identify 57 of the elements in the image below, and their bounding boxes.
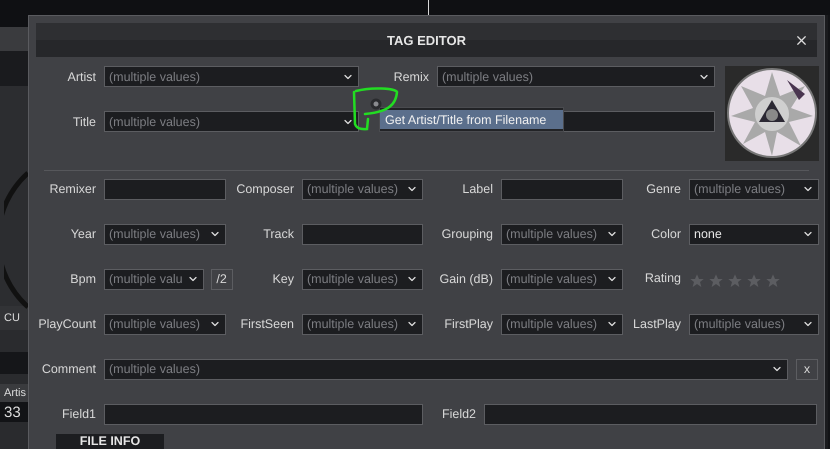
field-label: Track [262,227,294,242]
field-label: Rating [644,270,681,285]
field-label: Genre [645,182,681,196]
dropdown[interactable]: (multiple values) [104,111,359,132]
star-icon[interactable] [689,272,705,289]
dropdown[interactable]: (multiple values) [501,314,623,335]
dropdown[interactable]: (multiple values) [104,66,359,87]
column-header: Artis [0,384,28,402]
field-label: Label [461,182,493,196]
row-text: 33 [4,404,21,420]
window-title: TAG EDITOR [387,32,466,48]
dropdown[interactable]: (multiple valu [104,268,204,290]
star-icon[interactable] [765,272,781,289]
dropdown[interactable]: (multiple values) [104,358,788,380]
field-label: Field2 [440,407,476,422]
field-label: Bpm [69,272,96,286]
dropdown[interactable]: (multiple values) [437,66,715,87]
dropdown[interactable]: (multiple values) [302,178,423,200]
text-field[interactable] [104,178,226,200]
field-label: Artist [66,70,96,84]
clear-button[interactable]: x [796,358,818,380]
field-label: Gain (dB) [438,272,493,286]
field-label: FirstPlay [443,317,493,332]
dropdown[interactable]: (multiple values) [501,224,623,245]
text-field[interactable] [302,224,423,245]
dropdown[interactable]: (multiple values) [689,178,819,200]
field-label: Title [72,114,96,128]
background-field [0,352,28,374]
field-label: Remixer [48,182,96,196]
field-label: Composer [235,182,294,196]
dropdown[interactable]: (multiple values) [302,314,423,335]
text-field[interactable] [501,178,623,200]
dropdown[interactable]: (multiple values) [302,268,423,290]
field-label: Grouping [440,227,493,242]
menu-item[interactable]: Get Artist/Title from Filename [380,110,563,129]
dropdown[interactable]: (multiple values) [104,224,226,245]
text-field[interactable] [484,404,817,425]
field-label: LastPlay [632,317,681,332]
star-icon[interactable] [708,272,724,289]
field-label: Key [271,272,294,286]
field-label: Field1 [60,407,96,422]
field-label: Remix [392,70,429,84]
dropdown[interactable]: none [689,224,819,245]
field-label: PlayCount [37,317,96,332]
deck-button[interactable]: CU [0,306,28,330]
field-label: Comment [40,362,96,376]
halve-button[interactable]: /2 [210,268,233,290]
dropdown[interactable]: (multiple values) [689,314,819,335]
star-icon[interactable] [746,272,762,289]
field-label: Year [70,227,96,242]
text-field[interactable] [104,404,423,425]
file-info-tab[interactable]: FILE INFO [56,434,164,449]
field-label: Color [650,227,681,242]
dropdown[interactable]: (multiple values) [104,314,226,335]
dropdown[interactable]: (multiple values) [501,268,623,290]
star-icon[interactable] [727,272,743,289]
field-label: FirstSeen [240,317,294,332]
